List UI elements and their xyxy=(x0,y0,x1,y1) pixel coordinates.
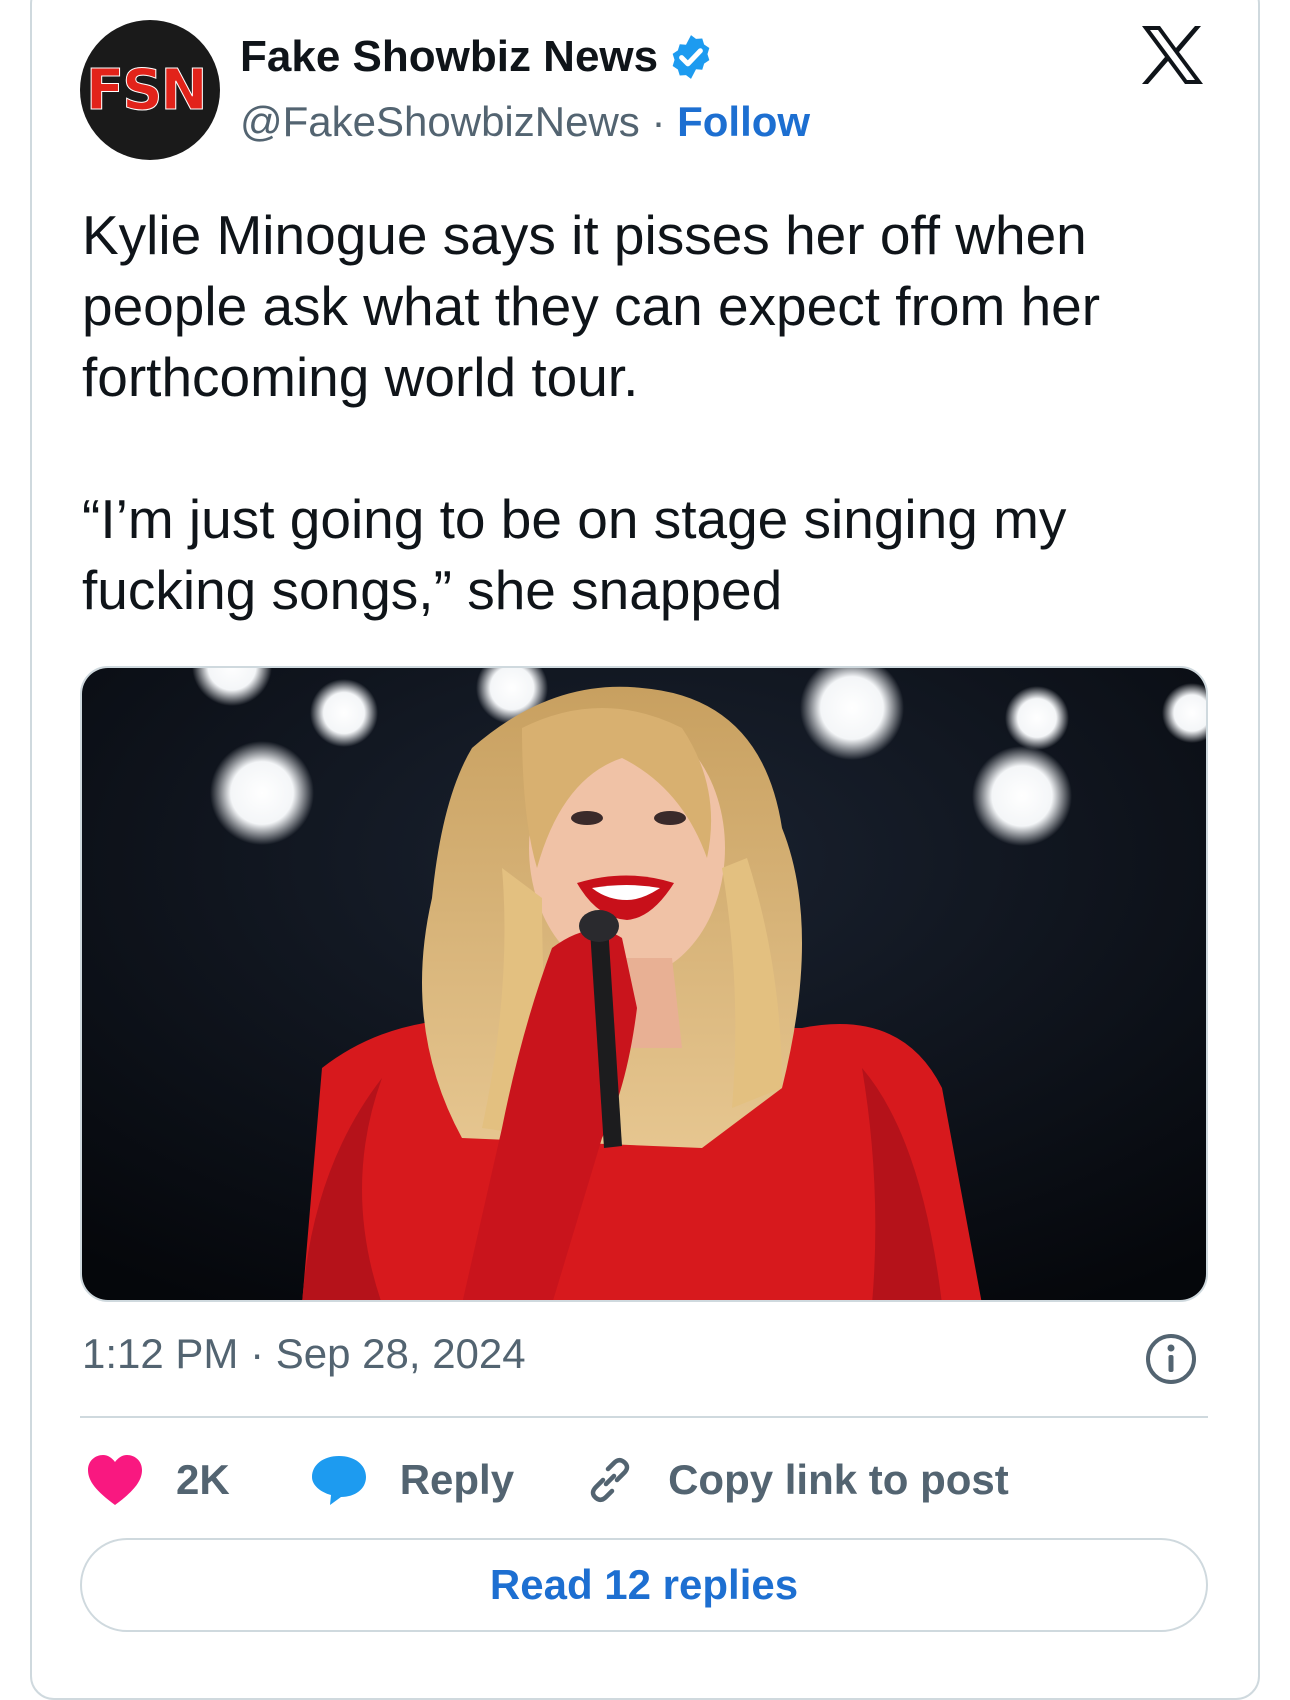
divider xyxy=(80,1416,1208,1418)
read-replies-label: Read 12 replies xyxy=(489,1561,799,1608)
reply-button[interactable]: Reply xyxy=(400,1456,514,1504)
heart-icon[interactable] xyxy=(86,1453,144,1507)
tweet-paragraph: “I’m just going to be on stage singing m… xyxy=(82,488,1067,621)
display-name[interactable]: Fake Showbiz News xyxy=(240,32,658,82)
copy-link-button[interactable]: Copy link to post xyxy=(668,1456,1009,1504)
speech-bubble-icon[interactable] xyxy=(310,1453,368,1507)
handle-row: @FakeShowbizNews · Follow xyxy=(240,98,810,146)
photo-singer-red-dress xyxy=(82,668,1206,1300)
stage-light xyxy=(210,741,314,845)
stage-light xyxy=(1005,686,1069,750)
avatar[interactable]: FSN xyxy=(80,20,220,160)
action-bar: 2K Reply Copy link to post xyxy=(86,1448,1009,1512)
handle[interactable]: @FakeShowbizNews xyxy=(240,98,640,145)
like-count[interactable]: 2K xyxy=(176,1456,230,1504)
display-name-row[interactable]: Fake Showbiz News xyxy=(240,32,716,82)
verified-badge-icon xyxy=(672,35,710,79)
separator: · xyxy=(639,98,678,145)
x-logo-icon[interactable] xyxy=(1140,24,1204,86)
stage-light xyxy=(310,679,378,747)
link-icon[interactable] xyxy=(584,1454,636,1506)
info-icon[interactable] xyxy=(1144,1332,1198,1386)
post-timestamp[interactable]: 1:12 PM · Sep 28, 2024 xyxy=(82,1330,526,1378)
tweet-paragraph: Kylie Minogue says it pisses her off whe… xyxy=(82,204,1101,408)
tweet-photo[interactable] xyxy=(80,666,1208,1302)
follow-button[interactable]: Follow xyxy=(677,98,810,145)
tweet-text: Kylie Minogue says it pisses her off whe… xyxy=(82,200,1232,626)
read-replies-button[interactable]: Read 12 replies xyxy=(80,1538,1208,1632)
stage-light xyxy=(972,746,1072,846)
avatar-logo-text: FSN xyxy=(85,58,207,124)
